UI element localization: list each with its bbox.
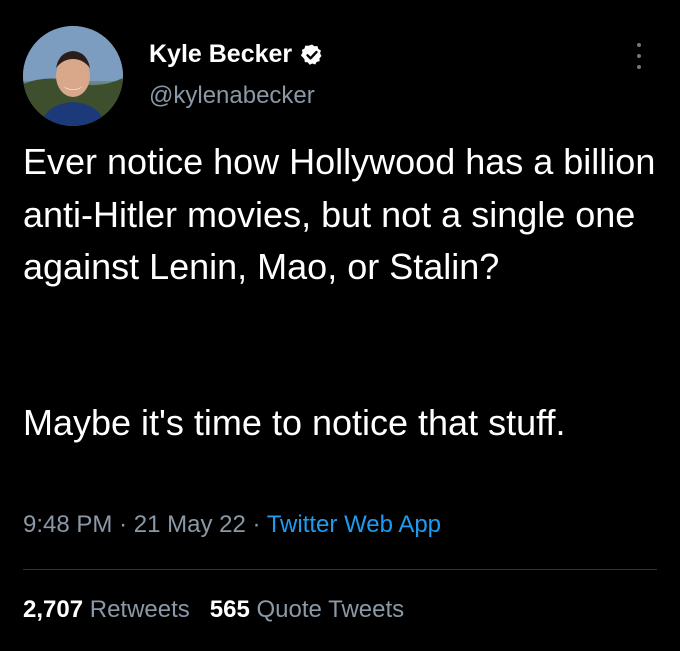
meta-separator: ·: [119, 511, 128, 538]
more-options-icon[interactable]: [629, 40, 649, 72]
quote-tweets-stat[interactable]: 565 Quote Tweets: [210, 596, 404, 623]
tweet-text-paragraph: Maybe it's time to notice that stuff.: [23, 402, 566, 443]
retweets-count: 2,707: [23, 596, 84, 623]
author-avatar[interactable]: [23, 26, 123, 126]
more-dot-icon: [637, 65, 641, 69]
tweet-text-paragraph: Ever notice how Hollywood has a billion …: [23, 141, 656, 287]
quote-tweets-count: 565: [209, 596, 250, 623]
tweet-meta: 9:48 PM · 21 May 22 · Twitter Web App: [23, 511, 441, 539]
divider: [23, 569, 657, 570]
more-dot-icon: [637, 54, 641, 58]
author-name-row: Kyle Becker: [149, 40, 324, 69]
quote-tweets-label: Quote Tweets: [256, 596, 405, 623]
more-dot-icon: [637, 43, 641, 47]
author-name[interactable]: Kyle Becker: [149, 40, 292, 69]
tweet-source-link[interactable]: Twitter Web App: [267, 511, 441, 538]
author-handle[interactable]: @kylenabecker: [149, 82, 315, 110]
tweet-card: Kyle Becker @kylenabecker Ever notice ho…: [0, 0, 680, 651]
avatar-photo-icon: [23, 26, 123, 126]
retweets-stat[interactable]: 2,707 Retweets: [23, 596, 190, 623]
tweet-time[interactable]: 9:48 PM: [23, 511, 112, 538]
tweet-date[interactable]: 21 May 22: [134, 511, 246, 538]
verified-badge-icon: [301, 44, 322, 65]
tweet-stats: 2,707 Retweets 565 Quote Tweets: [23, 596, 404, 624]
meta-separator: ·: [252, 511, 261, 538]
retweets-label: Retweets: [89, 596, 190, 623]
